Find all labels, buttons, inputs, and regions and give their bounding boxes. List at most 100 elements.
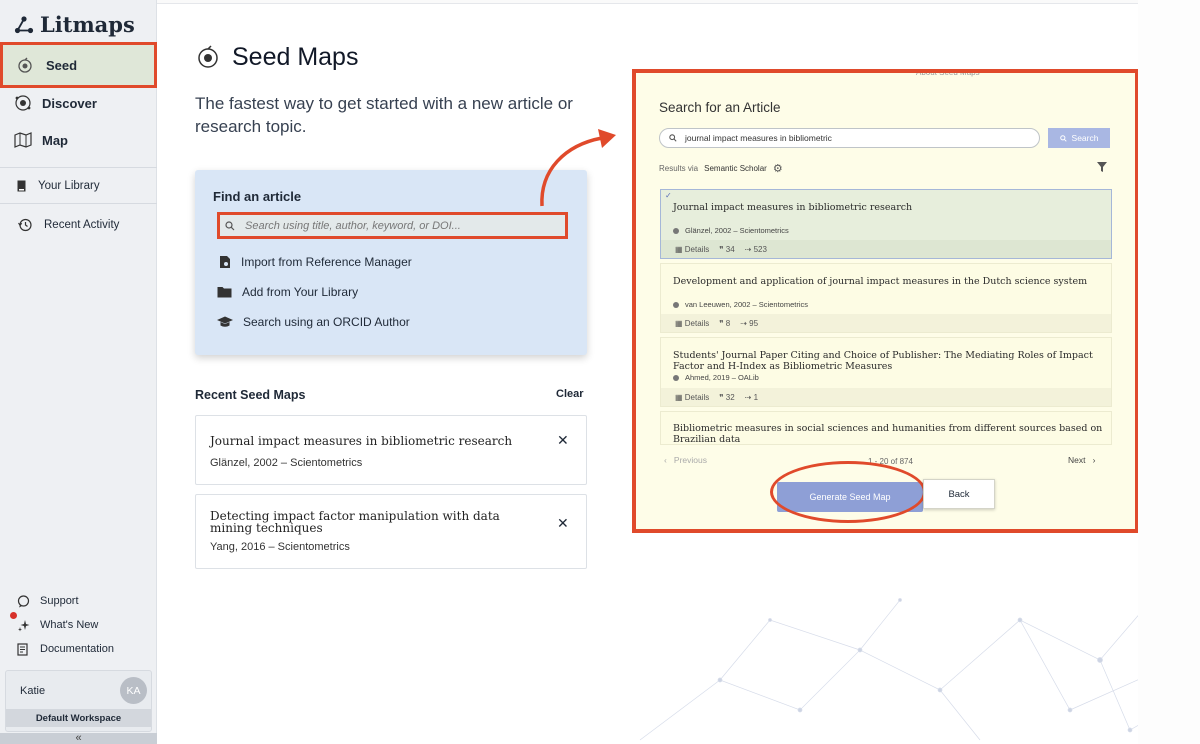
details-link[interactable]: ▦ Details: [675, 319, 709, 328]
sidebar-item-label: Discover: [42, 95, 97, 111]
search-icon: [1059, 134, 1067, 142]
result-meta-text: Glänzel, 2002 – Scientometrics: [685, 226, 789, 235]
result-item[interactable]: Bibliometric measures in social sciences…: [660, 411, 1112, 445]
dot-icon: [673, 227, 679, 234]
result-meta-text: van Leeuwen, 2002 – Scientometrics: [685, 300, 808, 309]
search-button-label: Search: [1071, 133, 1099, 143]
find-article-heading: Find an article: [213, 189, 302, 204]
details-link[interactable]: ▦ Details: [675, 393, 709, 402]
find-article-card: Find an article Search using title, auth…: [195, 170, 587, 355]
sparkle-icon: [10, 612, 30, 634]
dot-icon: [673, 374, 679, 381]
sidebar-item-label: Seed: [46, 57, 78, 73]
sidebar-item-label: Documentation: [40, 643, 114, 655]
sidebar-item-support[interactable]: Support: [0, 592, 157, 610]
option-label: Import from Reference Manager: [241, 255, 412, 269]
sidebar-item-label: Recent Activity: [44, 219, 120, 231]
add-from-library-option[interactable]: Add from Your Library: [217, 285, 358, 299]
avatar[interactable]: KA: [120, 677, 147, 704]
seed-map-title: Journal impact measures in bibliometric …: [210, 434, 513, 448]
workspace-label[interactable]: Default Workspace: [6, 709, 151, 727]
search-icon: [669, 134, 677, 142]
search-article-panel: About Seed Maps Search for an Article jo…: [632, 69, 1139, 533]
sidebar-divider: [0, 203, 157, 204]
article-search-field[interactable]: journal impact measures in bibliometric: [659, 128, 1040, 148]
recent-seed-map-item[interactable]: Journal impact measures in bibliometric …: [195, 415, 587, 485]
pointer-arrow-icon: [540, 129, 616, 207]
sidebar-item-recent-activity[interactable]: Recent Activity: [0, 215, 157, 235]
brand-name: Litmaps: [40, 12, 135, 37]
check-icon: ✓: [665, 191, 672, 200]
next-page-button[interactable]: Next ›: [1068, 455, 1095, 465]
user-panel[interactable]: Katie KA Default Workspace: [5, 670, 152, 732]
partial-heading: About Seed Maps: [916, 69, 980, 77]
sidebar-divider: [0, 167, 157, 168]
result-title: Bibliometric measures in social sciences…: [673, 423, 1103, 445]
page-subtitle: The fastest way to get started with a ne…: [195, 94, 573, 136]
history-icon: [16, 216, 34, 234]
page-title: Seed Maps: [232, 43, 359, 71]
details-link[interactable]: ▦ Details: [675, 245, 709, 254]
result-item[interactable]: Development and application of journal i…: [660, 263, 1112, 333]
graduation-cap-icon: [217, 316, 233, 327]
logo[interactable]: Litmaps: [14, 12, 135, 37]
option-label: Search using an ORCID Author: [243, 315, 410, 329]
result-stats: ▦ Details ❞ 8 ⇢ 95: [661, 314, 1111, 332]
seed-icon: [198, 45, 218, 68]
sidebar-item-library[interactable]: Your Library: [0, 176, 157, 196]
close-icon[interactable]: ✕: [557, 515, 569, 532]
dot-icon: [673, 301, 679, 308]
filter-icon[interactable]: [1097, 162, 1107, 172]
sidebar-item-whats-new[interactable]: What's New: [0, 612, 157, 634]
search-placeholder: Search using title, author, keyword, or …: [245, 219, 461, 232]
network-background-decoration: [639, 587, 1200, 741]
seed-map-meta: Yang, 2016 – Scientometrics: [210, 541, 350, 553]
article-search-input[interactable]: Search using title, author, keyword, or …: [217, 212, 568, 239]
recent-seed-map-item[interactable]: Detecting impact factor manipulation wit…: [195, 494, 587, 569]
user-name: Katie: [20, 685, 46, 697]
sidebar-item-documentation[interactable]: Documentation: [0, 640, 157, 658]
sidebar-item-map[interactable]: Map: [0, 129, 157, 151]
result-item[interactable]: Students' Journal Paper Citing and Choic…: [660, 337, 1112, 407]
right-margin: [1138, 0, 1200, 744]
references-count: ⇢ 523: [744, 244, 767, 254]
recent-seed-maps-heading: Recent Seed Maps: [195, 388, 306, 402]
sidebar-item-label: What's New: [40, 619, 99, 631]
source-name: Semantic Scholar: [704, 164, 767, 173]
back-button[interactable]: Back: [923, 479, 995, 509]
result-stats: ▦ Details ❞ 34 ⇢ 523: [661, 240, 1111, 258]
result-meta: van Leeuwen, 2002 – Scientometrics: [673, 300, 808, 309]
results-via-label: Results via: [659, 164, 699, 173]
previous-page-button[interactable]: ‹ Previous: [664, 455, 707, 465]
collapse-sidebar-button[interactable]: «: [0, 733, 157, 744]
import-reference-manager-option[interactable]: Import from Reference Manager: [219, 255, 412, 269]
seed-map-title: Detecting impact factor manipulation wit…: [210, 509, 500, 535]
result-meta: Glänzel, 2002 – Scientometrics: [673, 226, 789, 235]
orcid-author-option[interactable]: Search using an ORCID Author: [217, 315, 410, 329]
file-import-icon: [220, 256, 230, 268]
folder-icon: [217, 287, 232, 298]
citations-count: ❞ 8: [719, 318, 731, 328]
chat-icon: [16, 592, 30, 610]
close-icon[interactable]: ✕: [557, 432, 569, 449]
results-source: Results via Semantic Scholar ⚙: [659, 162, 783, 175]
panel-heading: Search for an Article: [659, 100, 781, 115]
sidebar-item-seed[interactable]: Seed: [0, 42, 157, 88]
option-label: Add from Your Library: [242, 285, 359, 299]
references-count: ⇢ 95: [740, 318, 759, 328]
result-title: Students' Journal Paper Citing and Choic…: [673, 350, 1093, 372]
result-meta: Ahmed, 2019 – OALib: [673, 373, 759, 382]
sidebar-item-discover[interactable]: Discover: [0, 92, 157, 114]
search-icon: [225, 220, 235, 230]
gear-icon[interactable]: ⚙: [773, 162, 783, 175]
book-icon: [16, 177, 26, 195]
seed-map-meta: Glänzel, 2002 – Scientometrics: [210, 457, 363, 469]
search-button[interactable]: Search: [1048, 128, 1110, 148]
top-bar: [157, 0, 1200, 4]
result-item-selected[interactable]: ✓ Journal impact measures in bibliometri…: [660, 189, 1112, 259]
result-title: Development and application of journal i…: [673, 276, 1088, 287]
clear-button[interactable]: Clear: [556, 388, 584, 400]
notification-dot: [10, 612, 17, 619]
result-title: Journal impact measures in bibliometric …: [673, 202, 913, 213]
result-meta-text: Ahmed, 2019 – OALib: [685, 373, 759, 382]
